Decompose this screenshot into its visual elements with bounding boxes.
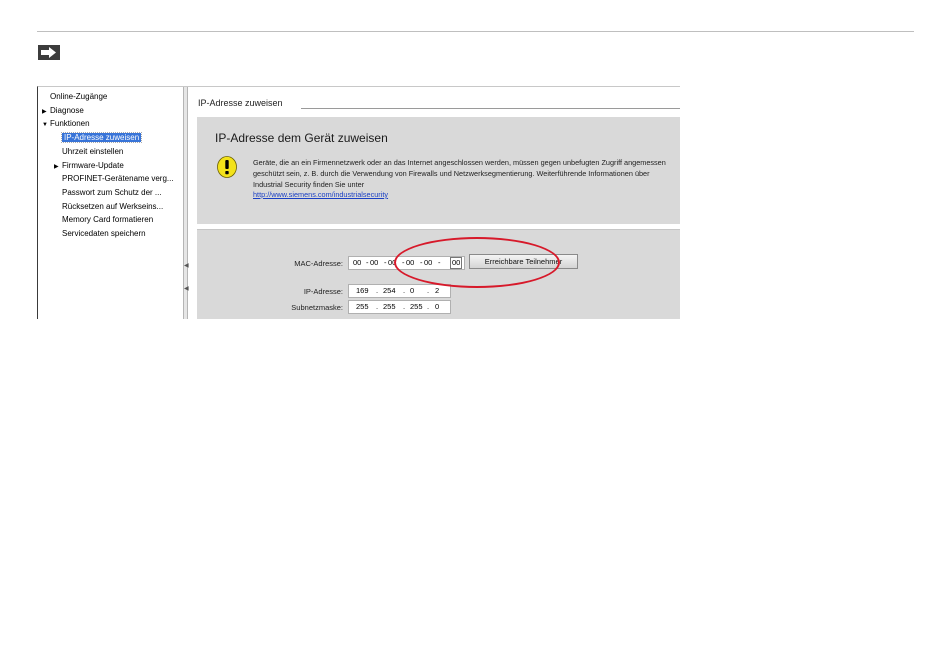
splitter[interactable]: ◀ ◀ <box>183 87 189 319</box>
ip-address-field[interactable]: 169 . 254 . 0 . 2 <box>348 284 451 298</box>
tree-item-label: Servicedaten speichern <box>62 229 146 238</box>
tree-item[interactable]: Uhrzeit einstellen <box>54 145 123 158</box>
mac-octet: 00 <box>370 258 379 267</box>
mac-octet: 00 <box>353 258 362 267</box>
subnet-octet: 255 <box>383 302 396 311</box>
tree-item[interactable]: Memory Card formatieren <box>54 213 153 226</box>
ip-octet: 254 <box>383 286 396 295</box>
subnet-octet: 255 <box>410 302 423 311</box>
tree-item[interactable]: ▶ Diagnose <box>42 104 84 117</box>
subnet-dot: . <box>427 302 430 311</box>
tree-item-label: Memory Card formatieren <box>62 215 154 225</box>
section-title: IP-Adresse zuweisen <box>198 98 283 108</box>
security-warning-text: Geräte, die an ein Firmennetzwerk oder a… <box>253 158 666 189</box>
mac-separator: - <box>384 258 387 267</box>
tree-item[interactable]: PROFINET-Gerätename verg... <box>54 172 174 185</box>
tree-item-label: PROFINET-Gerätename verg... <box>62 174 174 184</box>
section-divider <box>301 108 680 109</box>
tree-item-label: Diagnose <box>50 105 84 115</box>
ip-address-label: IP-Adresse: <box>303 287 343 296</box>
ip-dot: . <box>403 286 406 295</box>
subnet-octet: 0 <box>435 302 440 311</box>
tree-item[interactable]: ▼ Funktionen <box>42 117 90 130</box>
ip-octet: 0 <box>410 286 415 295</box>
mac-address-label: MAC-Adresse: <box>294 259 343 268</box>
subnet-octet: 255 <box>356 302 369 311</box>
mac-separator: - <box>366 258 369 267</box>
tree-item-label: IP-Adresse zuweisen <box>60 132 143 144</box>
industrial-security-link[interactable]: http://www.siemens.com/industrialsecurit… <box>253 190 388 199</box>
ip-dot: . <box>427 286 430 295</box>
tree-item[interactable]: Rücksetzen auf Werkseins... <box>54 200 163 213</box>
subnet-dot: . <box>403 302 406 311</box>
subnet-dot: . <box>376 302 379 311</box>
tree-item[interactable]: Online-Zugänge <box>42 90 107 103</box>
ip-dot: . <box>376 286 379 295</box>
tree-item-label: Rücksetzen auf Werkseins... <box>62 201 164 211</box>
tree-item-label: Funktionen <box>50 119 90 129</box>
subnet-mask-label: Subnetzmaske: <box>291 303 343 312</box>
tree-item-label: Online-Zugänge <box>50 92 108 101</box>
tree-item[interactable]: Servicedaten speichern <box>54 227 146 240</box>
tree-item[interactable]: ▶ Firmware-Update <box>54 159 124 172</box>
tree-item[interactable]: Passwort zum Schutz der ... <box>54 186 162 199</box>
arrow-right-icon <box>38 45 60 60</box>
warning-icon <box>217 156 237 178</box>
tree-item-label: Uhrzeit einstellen <box>62 146 124 156</box>
assign-ip-panel: IP-Adresse dem Gerät zuweisen Geräte, di… <box>197 117 680 224</box>
panel-heading: IP-Adresse dem Gerät zuweisen <box>215 131 388 145</box>
tia-portal-screenshot: Online-Zugänge ▶ Diagnose ▼ Funktionen IP-Adr… <box>37 86 680 319</box>
tree-item[interactable]: IP-Adresse zuweisen <box>54 131 143 144</box>
ip-octet: 169 <box>356 286 369 295</box>
navigation-tree: Online-Zugänge ▶ Diagnose ▼ Funktionen IP-Adr… <box>38 87 183 319</box>
highlight-ellipse <box>394 237 560 288</box>
subnet-mask-field[interactable]: 255 . 255 . 255 . 0 <box>348 300 451 314</box>
expand-down-icon[interactable]: ▼ <box>42 119 50 132</box>
ip-octet: 2 <box>435 286 440 295</box>
top-rule <box>37 31 914 32</box>
tree-item-label: Passwort zum Schutz der ... <box>62 187 162 197</box>
tree-item-label: Firmware-Update <box>62 160 124 170</box>
